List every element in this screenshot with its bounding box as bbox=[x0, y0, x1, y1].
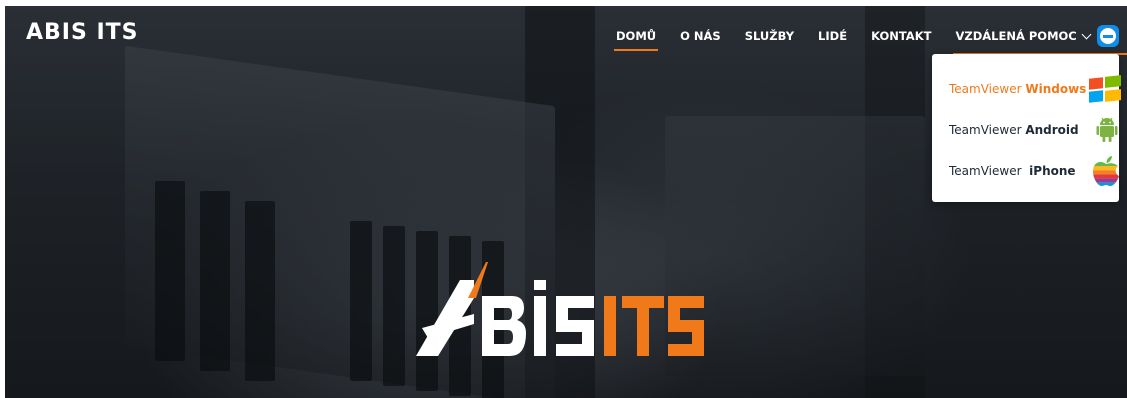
chevron-down-icon bbox=[1081, 29, 1092, 39]
nav-item-remote-support-label: VZDÁLENÁ POMOC bbox=[955, 29, 1077, 43]
main-nav: DOMŮ O NÁS SLUŽBY LIDÉ KONTAKT VZDÁLENÁ … bbox=[613, 25, 1127, 55]
site-title[interactable]: ABIS ITS bbox=[26, 20, 139, 45]
background-drive-slot bbox=[350, 221, 372, 381]
nav-item-services[interactable]: SLUŽBY bbox=[745, 29, 794, 43]
background-drive-slot bbox=[155, 181, 185, 361]
dropdown-item-label: TeamViewer iPhone bbox=[949, 164, 1076, 178]
windows-icon bbox=[1089, 75, 1121, 103]
nav-item-home[interactable]: DOMŮ bbox=[613, 29, 659, 51]
remote-support-dropdown: TeamViewer Windows TeamViewer Android Te… bbox=[932, 54, 1121, 202]
dropdown-item-windows[interactable]: TeamViewer Windows bbox=[949, 74, 1121, 104]
background-drive-slot bbox=[245, 201, 275, 381]
teamviewer-icon bbox=[1096, 25, 1119, 47]
nav-item-about[interactable]: O NÁS bbox=[680, 29, 721, 43]
nav-item-remote-support[interactable]: VZDÁLENÁ POMOC bbox=[953, 25, 1127, 55]
dropdown-item-label: TeamViewer Windows bbox=[949, 82, 1087, 96]
dropdown-item-android[interactable]: TeamViewer Android bbox=[949, 115, 1118, 145]
abis-its-logo bbox=[416, 262, 704, 356]
background-drive-slot bbox=[200, 191, 230, 371]
dropdown-item-iphone[interactable]: TeamViewer iPhone bbox=[949, 156, 1119, 187]
background-drive-slot bbox=[383, 226, 405, 386]
android-icon bbox=[1096, 117, 1118, 142]
apple-icon bbox=[1093, 156, 1119, 187]
dropdown-item-label: TeamViewer Android bbox=[949, 123, 1079, 137]
nav-item-contact[interactable]: KONTAKT bbox=[871, 29, 931, 43]
nav-item-people[interactable]: LIDÉ bbox=[818, 29, 847, 43]
